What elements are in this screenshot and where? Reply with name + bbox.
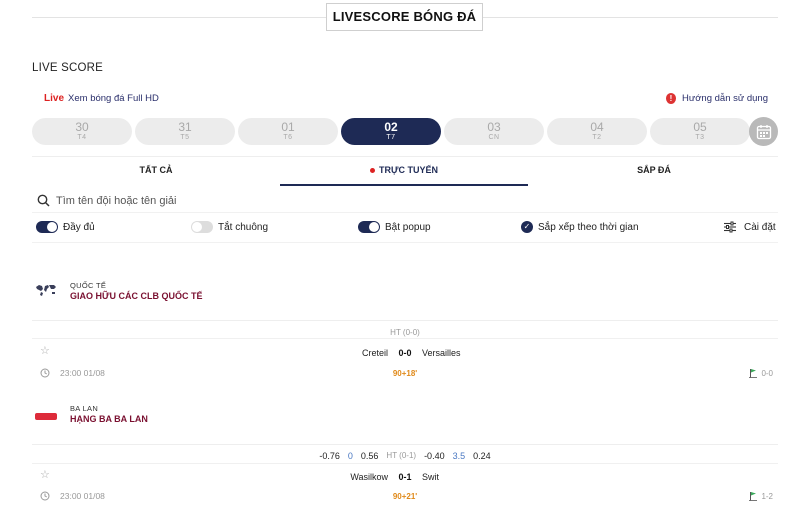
active-tab-indicator (280, 184, 528, 186)
date-day: 31 (178, 120, 192, 134)
league-header[interactable]: BA LAN HẠNG BA BA LAN (32, 404, 778, 428)
tab-upcoming[interactable]: SẮP ĐÁ (584, 165, 724, 175)
search-input[interactable] (56, 194, 456, 207)
match-minute: 90+21' (392, 492, 418, 501)
options-bar: Đầy đủ Tắt chuông Bật popup ✓ Sắp xếp th… (32, 219, 778, 243)
match-odds: -0.76 0 0.56 HT (0-1) -0.40 3.5 0.24 (32, 451, 778, 461)
live-dot-icon (370, 168, 376, 174)
match-score: 0-1 (398, 472, 412, 482)
page-title: LIVESCORE BÓNG ĐÁ (326, 3, 483, 31)
tab-live-label: TRỰC TUYẾN (379, 165, 438, 175)
home-team: Wasilkow (350, 472, 388, 482)
odds-value: 0.56 (360, 451, 379, 461)
match-row[interactable]: HT (0-0) ☆ Creteil 0-0 Versailles 23:00 … (32, 326, 778, 382)
sliders-icon (724, 221, 736, 233)
live-hd-link[interactable]: Live Xem bóng đá Full HD (44, 93, 159, 104)
calendar-icon (756, 124, 771, 139)
divider (32, 320, 778, 321)
bell-label: Tắt chuông (218, 221, 269, 233)
odds-value: -0.40 (424, 451, 445, 461)
date-day: 30 (75, 120, 89, 134)
full-toggle[interactable]: Đầy đủ (36, 221, 95, 233)
halftime-score: HT (0-1) (386, 451, 417, 460)
alert-icon: ! (665, 93, 676, 104)
match-score: 0-0 (398, 348, 412, 358)
halftime-score: HT (0-0) (390, 328, 420, 337)
corner-count: 1-2 (749, 491, 773, 501)
date-item[interactable]: 01 T6 (238, 118, 338, 145)
match-row[interactable]: -0.76 0 0.56 HT (0-1) -0.40 3.5 0.24 ☆ W… (32, 450, 778, 506)
date-selector: 30 T4 31 T5 01 T6 02 T7 03 CN 04 T2 05 T3 (32, 118, 750, 145)
calendar-button[interactable] (749, 117, 778, 146)
date-day: 03 (487, 120, 501, 134)
home-team: Creteil (361, 348, 388, 358)
toggle-switch-on (358, 221, 380, 233)
league-name[interactable]: GIAO HỮU CÁC CLB QUỐC TẾ (70, 291, 202, 301)
match-teams: Creteil 0-0 Versailles (32, 348, 778, 358)
section-title: LIVE SCORE (32, 62, 104, 74)
sort-time-label: Sắp xếp theo thời gian (538, 221, 639, 233)
settings-button[interactable]: Cài đặt (724, 221, 776, 233)
date-item[interactable]: 05 T3 (650, 118, 750, 145)
odds-value: -0.76 (319, 451, 340, 461)
live-hd-text: Xem bóng đá Full HD (68, 93, 159, 104)
date-day: 05 (693, 120, 707, 134)
corner-count: 0-0 (749, 368, 773, 378)
league-country: QUỐC TẾ (70, 281, 107, 290)
tab-live[interactable]: TRỰC TUYẾN (334, 165, 474, 175)
league-name[interactable]: HẠNG BA BA LAN (70, 414, 148, 424)
date-weekday: T3 (695, 134, 705, 141)
date-weekday: T5 (180, 134, 190, 141)
guide-text: Hướng dẫn sử dụng (681, 93, 768, 104)
date-item-active[interactable]: 02 T7 (341, 118, 441, 145)
odds-value: 0.24 (473, 451, 491, 461)
full-label: Đầy đủ (63, 221, 95, 233)
date-item[interactable]: 03 CN (444, 118, 544, 145)
odds-handicap: 0 (347, 451, 353, 461)
date-weekday: T4 (77, 134, 87, 141)
search-bar (32, 189, 778, 213)
date-weekday: T6 (283, 134, 293, 141)
popup-label: Bật popup (385, 221, 431, 233)
away-team: Versailles (422, 348, 461, 358)
corner-text: 1-2 (761, 491, 773, 501)
sort-time-checkbox[interactable]: ✓ Sắp xếp theo thời gian (521, 221, 639, 233)
bell-toggle[interactable]: Tắt chuông (191, 221, 268, 233)
away-team: Swit (422, 472, 440, 482)
corner-text: 0-0 (761, 368, 773, 378)
guide-link[interactable]: ! Hướng dẫn sử dụng (665, 93, 768, 104)
match-teams: Wasilkow 0-1 Swit (32, 472, 778, 482)
tab-all[interactable]: TẤT CẢ (86, 165, 226, 175)
poland-flag-icon (35, 407, 57, 420)
date-weekday: CN (488, 134, 500, 141)
world-map-icon (36, 285, 56, 296)
settings-label: Cài đặt (744, 221, 776, 233)
date-item[interactable]: 30 T4 (32, 118, 132, 145)
match-tabs: TẤT CẢ TRỰC TUYẾN SẮP ĐÁ (32, 156, 778, 186)
divider (32, 444, 778, 445)
check-icon: ✓ (521, 221, 533, 233)
date-day: 01 (281, 120, 295, 134)
divider (32, 463, 778, 464)
date-item[interactable]: 31 T5 (135, 118, 235, 145)
league-header[interactable]: QUỐC TẾ GIAO HỮU CÁC CLB QUỐC TẾ (32, 281, 778, 305)
search-icon (37, 194, 50, 207)
corner-flag-icon (749, 492, 758, 501)
toggle-switch-on (36, 221, 58, 233)
divider (32, 338, 778, 339)
toggle-switch-off (191, 221, 213, 233)
date-day: 04 (590, 120, 604, 134)
odds-total: 3.5 (452, 451, 466, 461)
date-weekday: T2 (592, 134, 602, 141)
popup-toggle[interactable]: Bật popup (358, 221, 431, 233)
date-weekday: T7 (386, 134, 396, 141)
corner-flag-icon (749, 369, 758, 378)
league-country: BA LAN (70, 404, 99, 413)
date-day: 02 (384, 120, 398, 134)
live-badge: Live (44, 93, 65, 104)
match-minute: 90+18' (392, 369, 418, 378)
date-item[interactable]: 04 T2 (547, 118, 647, 145)
